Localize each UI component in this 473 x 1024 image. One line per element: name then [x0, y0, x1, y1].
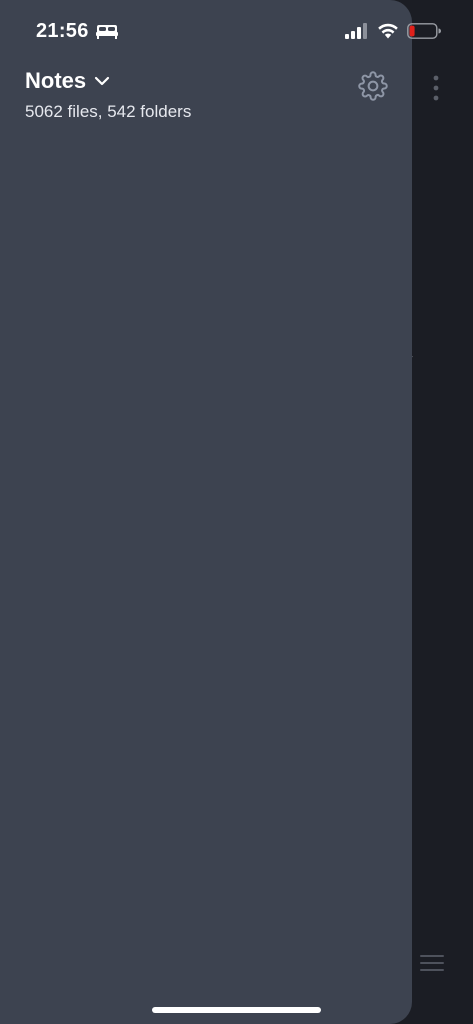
wifi-icon [378, 23, 398, 39]
menu-icon[interactable] [420, 953, 444, 973]
vault-stats: 5062 files, 542 folders [25, 102, 192, 121]
file-explorer-drawer: 21:56 Notes 5062 files, 542 folders [0, 0, 412, 1024]
chevron-down-icon [95, 76, 110, 86]
more-vertical-icon[interactable] [430, 74, 442, 102]
battery-icon [407, 23, 441, 39]
vault-name: Notes [25, 68, 87, 93]
gear-icon[interactable] [358, 71, 388, 101]
sleep-icon [96, 25, 118, 39]
home-indicator[interactable] [152, 1007, 321, 1013]
vault-switcher[interactable]: Notes [25, 68, 110, 94]
signal-icon [345, 23, 367, 39]
status-time: 21:56 [36, 20, 89, 42]
app-screen: at 21:56 Notes 5062 files, 542 folders [0, 0, 473, 1024]
